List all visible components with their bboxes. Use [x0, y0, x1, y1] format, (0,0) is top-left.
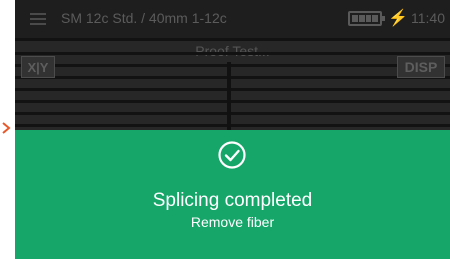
fiber-viewer: Proof Test... X|Y DISP	[15, 38, 450, 132]
menu-icon[interactable]	[30, 13, 46, 25]
splicer-screen: SM 12c Std. / 40mm 1-12c ⚡ 11:40 Proof T…	[15, 0, 450, 259]
dialog-subtitle: Remove fiber	[190, 214, 275, 230]
battery-icon	[348, 11, 385, 26]
fiber-line	[15, 38, 450, 41]
status-bar: SM 12c Std. / 40mm 1-12c ⚡ 11:40	[15, 0, 450, 38]
clock: 11:40	[411, 10, 445, 26]
fiber-line	[15, 64, 450, 67]
fiber-gap-divider	[227, 62, 231, 132]
fiber-line	[15, 100, 450, 103]
display-button[interactable]: DISP	[397, 56, 445, 78]
splice-complete-panel: Splicing completed Remove fiber	[15, 130, 450, 259]
arrow-marker-icon	[2, 122, 11, 134]
viewer-status-text: Proof Test...	[195, 43, 270, 59]
charging-icon: ⚡	[388, 10, 408, 27]
fiber-line	[15, 112, 450, 115]
program-title: SM 12c Std. / 40mm 1-12c	[61, 10, 227, 26]
check-circle-icon	[218, 141, 246, 169]
xy-toggle-button[interactable]: X|Y	[21, 56, 55, 78]
fiber-line	[15, 76, 450, 79]
fiber-line	[15, 52, 450, 55]
fiber-line	[15, 88, 450, 91]
dialog-title: Splicing completed	[152, 190, 313, 211]
fiber-line	[15, 124, 450, 127]
